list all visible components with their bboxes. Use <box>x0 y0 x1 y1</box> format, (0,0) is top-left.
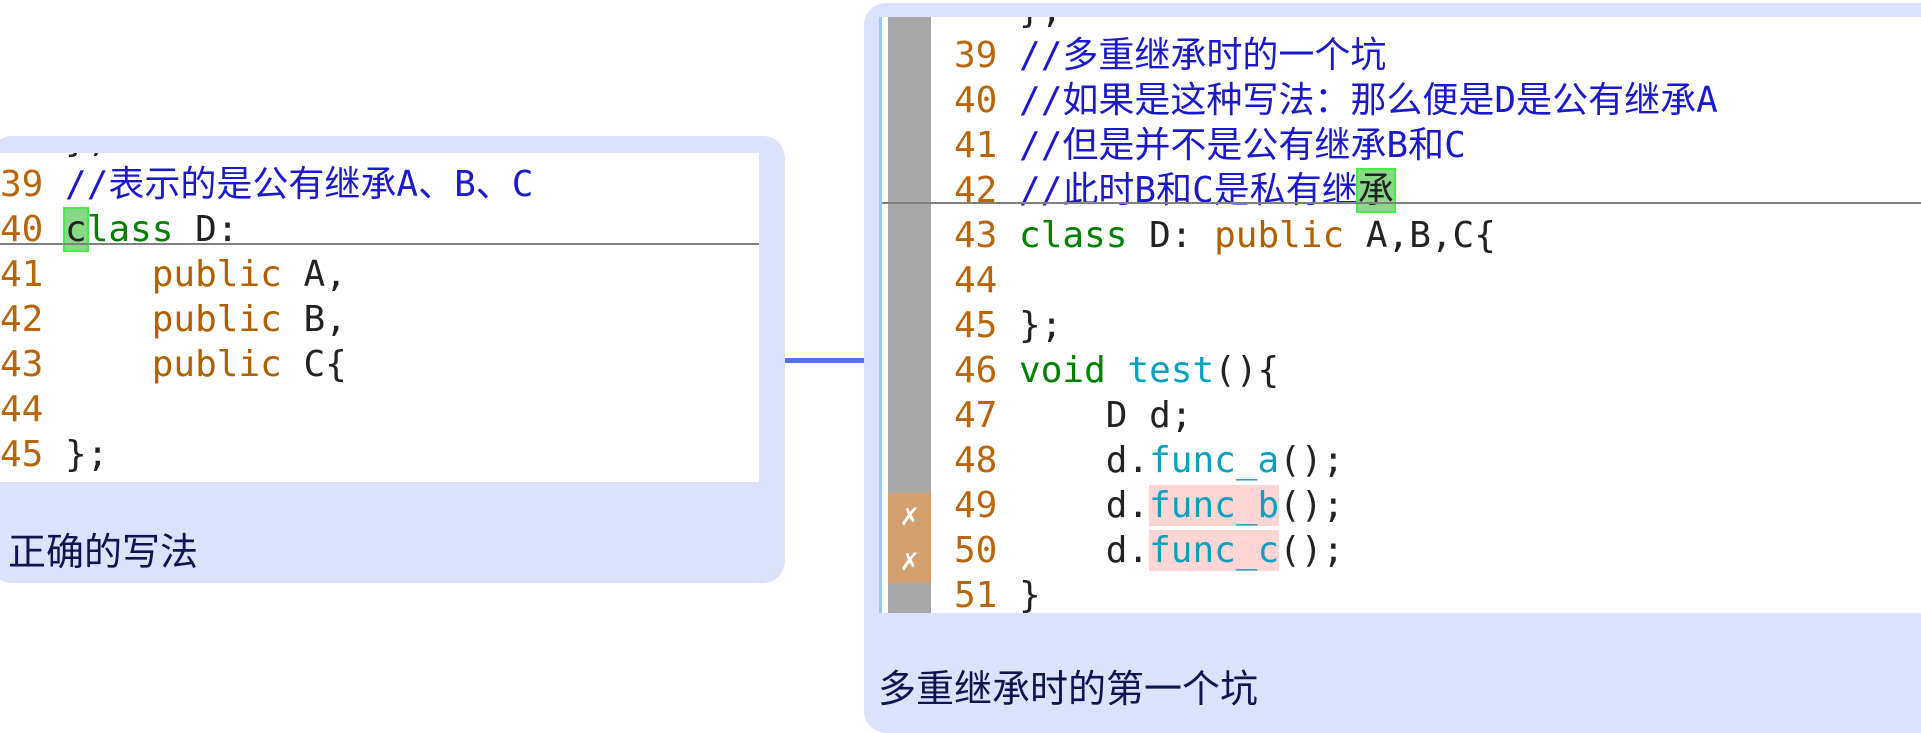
code-line: 48 d.func_a(); <box>954 440 1345 481</box>
code-line-error: 49 d.func_b(); <box>954 485 1345 526</box>
code-line: 44 <box>954 260 998 301</box>
code-line: 43 class D: public A,B,C{ <box>954 215 1496 256</box>
code-line: 40 class D: <box>0 207 239 252</box>
right-caption: 多重继承时的第一个坑 <box>878 667 1259 711</box>
code-line: 42 //此时B和C是私有继承 <box>954 168 1396 213</box>
code-line: 39 //多重继承时的一个坑 <box>954 35 1387 76</box>
code-line: 40 //如果是这种写法：那么便是D是公有继承A <box>954 80 1718 121</box>
right-code-view: ✗ ✗ }; 39 //多重继承时的一个坑 40 //如果是这种写法：那么便是D… <box>879 17 1921 613</box>
code-line: 46 void test(){ <box>954 350 1280 391</box>
code-line: 42 public B, <box>0 299 347 340</box>
code-line: 45 }; <box>954 305 1063 346</box>
code-line: 44 <box>0 389 44 430</box>
code-line: 43 public C{ <box>0 344 347 385</box>
code-line: 39 //表示的是公有继承A、B、C <box>0 164 534 205</box>
code-line: 41 //但是并不是公有继承B和C <box>954 125 1466 166</box>
left-card[interactable]: }; 39 //表示的是公有继承A、B、C 40 class D: 41 pub… <box>0 136 785 583</box>
right-card[interactable]: ✗ ✗ }; 39 //多重继承时的一个坑 40 //如果是这种写法：那么便是D… <box>864 3 1921 733</box>
partial-line: }; <box>0 153 108 162</box>
separator <box>882 202 1921 204</box>
code-line: 41 public A, <box>0 254 347 295</box>
code-line: 47 D d; <box>954 395 1193 436</box>
error-marker-icon[interactable]: ✗ <box>888 493 931 538</box>
code-line: 51 } <box>954 575 1041 613</box>
code-line: 45 }; <box>0 434 109 475</box>
left-code-view: }; 39 //表示的是公有继承A、B、C 40 class D: 41 pub… <box>0 153 759 482</box>
partial-line: }; <box>954 17 1062 33</box>
error-marker-icon[interactable]: ✗ <box>888 538 931 583</box>
cursor-highlight: 承 <box>1355 168 1396 213</box>
connector-line <box>784 358 864 363</box>
left-caption: 正确的写法 <box>8 530 199 574</box>
separator <box>0 243 759 245</box>
code-line-error: 50 d.func_c(); <box>954 530 1345 571</box>
